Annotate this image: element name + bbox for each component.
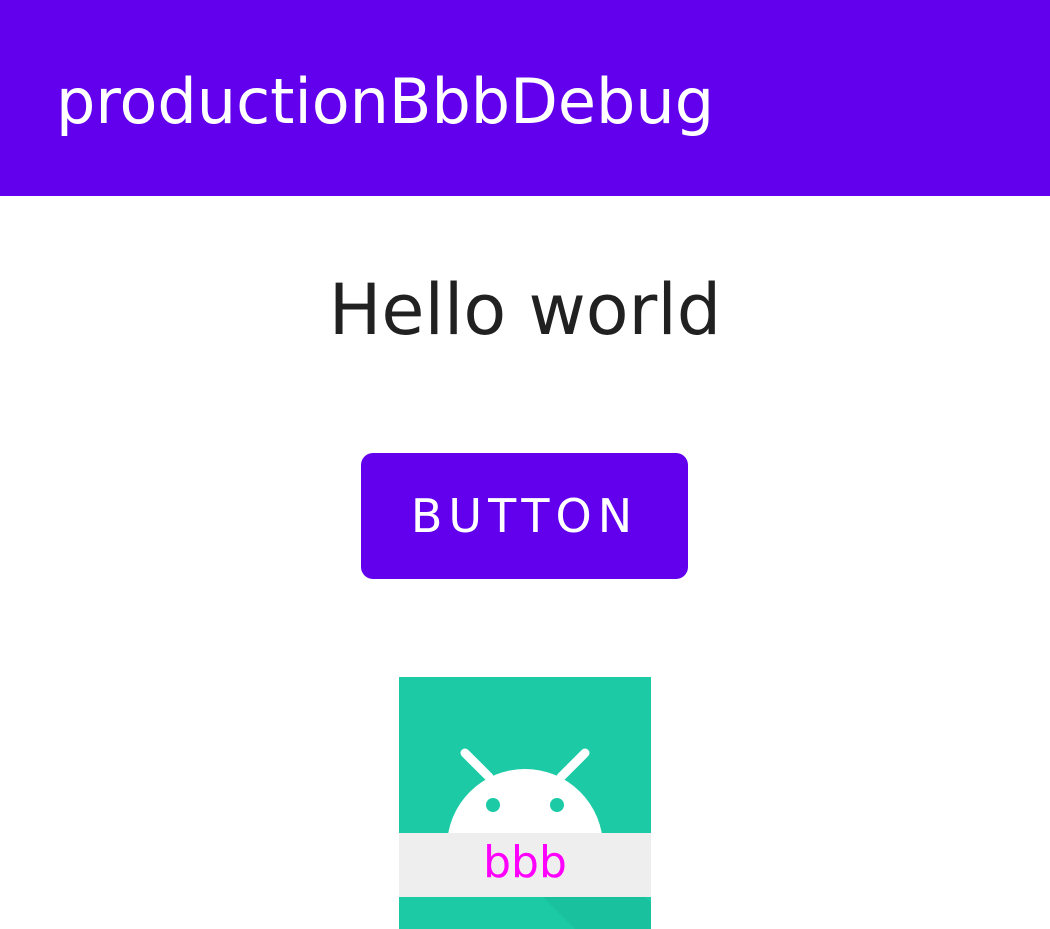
android-robot-icon: bbb (399, 677, 651, 929)
app-title: productionBbbDebug (56, 65, 715, 138)
flavor-label: bbb (483, 837, 567, 888)
launcher-icon: bbb (399, 677, 651, 929)
hello-text: Hello world (328, 269, 722, 351)
main-button[interactable]: BUTTON (361, 453, 688, 579)
right-eye (550, 798, 564, 812)
left-eye (486, 798, 500, 812)
app-bar: productionBbbDebug (0, 0, 1050, 196)
